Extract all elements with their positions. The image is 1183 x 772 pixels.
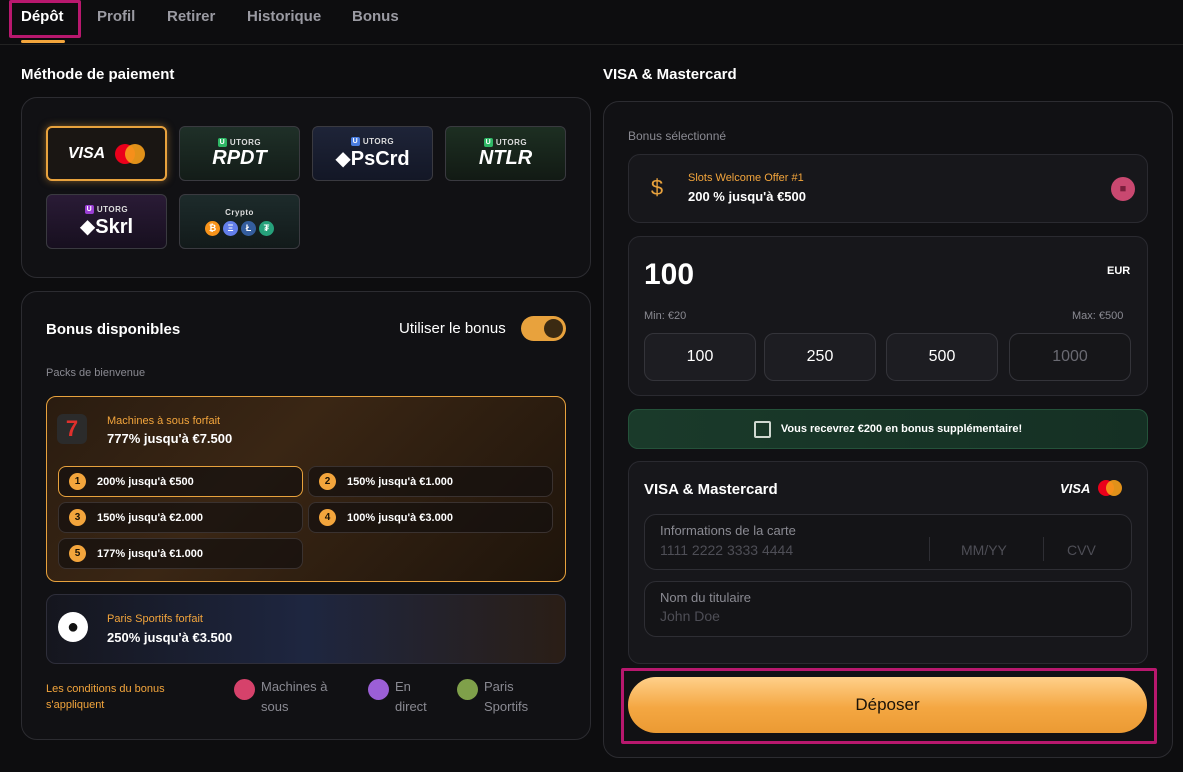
active-tab-indicator — [21, 40, 65, 43]
crypto-label: Crypto — [225, 207, 254, 217]
method-label: ◆Skrl — [79, 215, 134, 238]
use-bonus-toggle[interactable] — [521, 316, 566, 341]
preset-100-button[interactable]: 100 — [644, 333, 756, 381]
expiry-input[interactable]: MM/YY — [961, 542, 1007, 558]
tab-retirer[interactable]: Retirer — [167, 8, 215, 25]
payment-methods-panel — [21, 97, 591, 278]
method-rpdt[interactable]: U UTORG RPDT — [179, 126, 300, 181]
method-visa-mastercard[interactable]: VISA — [46, 126, 167, 181]
sports-offer-subtitle: Paris Sportifs forfait — [107, 613, 203, 625]
method-label: ◆PsCrd — [335, 147, 410, 170]
method-pscrd[interactable]: U UTORG ◆PsCrd — [312, 126, 433, 181]
tab-historique[interactable]: Historique — [247, 8, 321, 25]
gold-coins-icon: $ — [650, 175, 664, 200]
tab-bonus[interactable]: Bonus — [352, 8, 399, 25]
slot-category-icon — [234, 679, 255, 700]
utorg-logo: U UTORG — [217, 137, 262, 147]
slots-offer-subtitle: Machines à sous forfait — [107, 415, 221, 427]
currency-label: EUR — [1107, 265, 1131, 277]
gift-icon — [753, 420, 771, 438]
method-skrl[interactable]: U UTORG ◆Skrl — [46, 194, 167, 249]
bonus-tier-3[interactable]: 3 150% jusqu'à €2.000 — [58, 502, 303, 533]
mastercard-icon — [1098, 480, 1123, 496]
use-bonus-label: Utiliser le bonus — [399, 320, 506, 337]
sports-offer-main: 250% jusqu'à €3.500 — [107, 630, 233, 645]
bonus-tier-5[interactable]: 5 177% jusqu'à €1.000 — [58, 538, 303, 569]
packs-label: Packs de bienvenue — [46, 367, 146, 379]
slot-category-icon: ■ — [1111, 177, 1135, 201]
bonus-tier-1[interactable]: 1 200% jusqu'à €500 — [58, 466, 303, 497]
sports-category-icon — [457, 679, 478, 700]
right-title: VISA & Mastercard — [603, 66, 737, 83]
bonus-promo-bar: Vous recevrez €200 en bonus supplémentai… — [628, 409, 1148, 449]
amount-value[interactable]: 100 — [644, 258, 694, 292]
tab-bar: Dépôt Profil Retirer Historique Bonus — [0, 0, 1183, 45]
card-info-label: Informations de la carte — [660, 523, 796, 538]
promo-text: Vous recevrez €200 en bonus supplémentai… — [780, 423, 1023, 435]
category-paris-sportifs: Paris Sportifs — [457, 677, 528, 717]
bonus-title: Bonus disponibles — [46, 321, 181, 338]
method-crypto[interactable]: Crypto ₿ Ξ Ł ₮ — [179, 194, 300, 249]
payment-method-title: Méthode de paiement — [21, 66, 175, 83]
tab-depot-highlight — [9, 0, 81, 38]
selected-bonus-label: Bonus sélectionné — [628, 129, 727, 143]
bonus-tier-4[interactable]: 4 100% jusqu'à €3.000 — [308, 502, 553, 533]
card-form-title: VISA & Mastercard — [644, 481, 778, 498]
utorg-logo: U UTORG — [483, 137, 528, 147]
max-amount: Max: €500 — [1072, 310, 1124, 322]
cvv-input[interactable]: CVV — [1067, 542, 1096, 558]
litecoin-icon: Ł — [241, 220, 256, 236]
bitcoin-icon: ₿ — [205, 220, 220, 236]
holder-input[interactable]: John Doe — [660, 608, 720, 624]
slots-offer-main: 777% jusqu'à €7.500 — [107, 431, 233, 446]
field-divider — [929, 537, 930, 561]
sports-offer-card[interactable] — [46, 594, 566, 664]
live-category-icon — [368, 679, 389, 700]
card-brand-logos: VISA — [1060, 480, 1123, 496]
ethereum-icon: Ξ — [223, 220, 238, 236]
category-en-direct: En direct — [368, 677, 427, 717]
method-label: NTLR — [478, 146, 533, 169]
holder-label: Nom du titulaire — [660, 590, 752, 605]
field-divider — [1043, 537, 1044, 561]
selected-offer-subtitle: Slots Welcome Offer #1 — [688, 172, 804, 184]
preset-250-button[interactable]: 250 — [764, 333, 876, 381]
slot-machine-icon: 7 — [57, 414, 87, 444]
card-number-input[interactable]: 1111 2222 3333 4444 — [660, 542, 793, 558]
bonus-conditions-link[interactable]: Les conditions du bonus s'appliquent — [46, 681, 186, 713]
preset-1000-button[interactable]: 1000 — [1009, 333, 1131, 381]
utorg-logo: U UTORG — [84, 204, 129, 214]
visa-logo: VISA — [1060, 480, 1091, 496]
method-ntlr[interactable]: U UTORG NTLR — [445, 126, 566, 181]
soccer-ball-icon: ● — [58, 612, 88, 642]
mastercard-icon — [115, 143, 146, 164]
preset-500-button[interactable]: 500 — [886, 333, 998, 381]
crypto-coins: ₿ Ξ Ł ₮ — [205, 220, 274, 236]
deposit-button-highlight — [621, 668, 1157, 744]
category-machines-a-sous: Machines à sous — [234, 677, 327, 717]
visa-logo: VISA — [67, 144, 106, 162]
tether-icon: ₮ — [259, 220, 274, 236]
min-amount: Min: €20 — [644, 310, 687, 322]
bonus-tier-2[interactable]: 2 150% jusqu'à €1.000 — [308, 466, 553, 497]
method-label: RPDT — [212, 146, 267, 169]
tab-profil[interactable]: Profil — [97, 8, 135, 25]
selected-offer-main: 200 % jusqu'à €500 — [688, 189, 806, 204]
utorg-logo: U UTORG — [350, 136, 395, 146]
